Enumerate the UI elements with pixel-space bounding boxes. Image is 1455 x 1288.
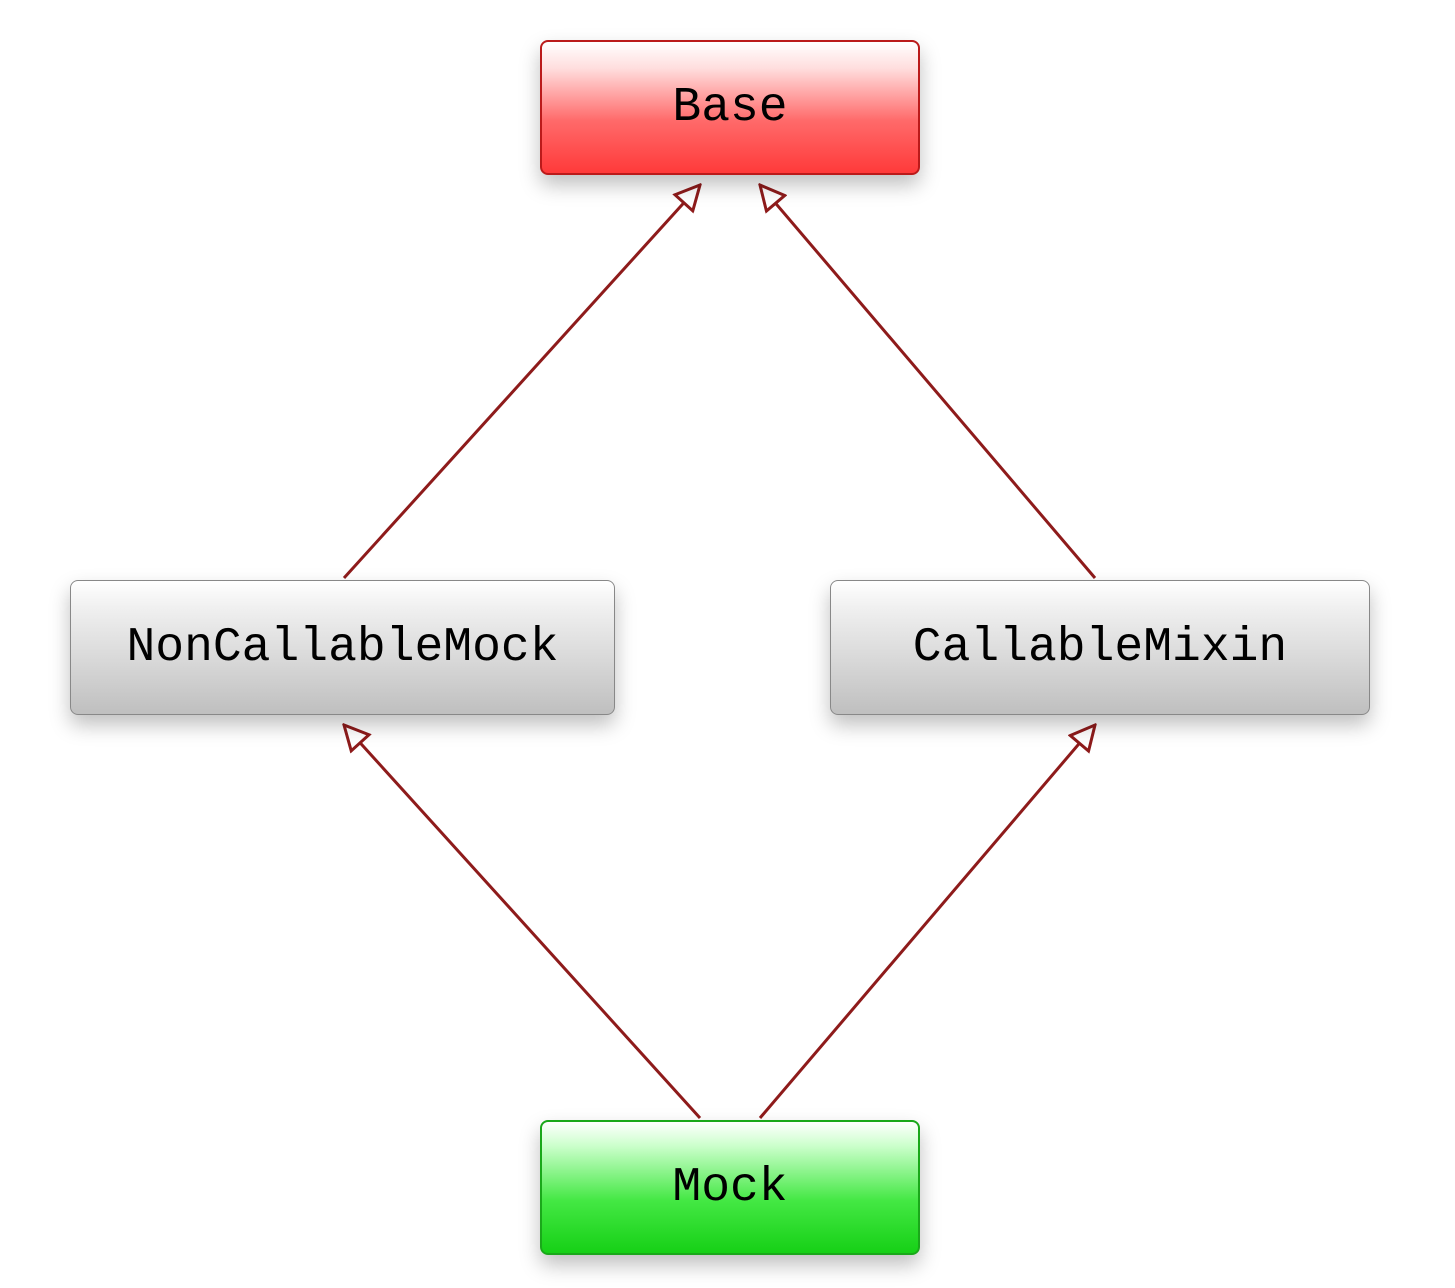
node-callablemixin: CallableMixin <box>830 580 1370 715</box>
node-mock: Mock <box>540 1120 920 1255</box>
node-base-label: Base <box>672 81 787 135</box>
edge-mock-to-cm <box>760 725 1095 1118</box>
edge-mock-to-ncm <box>344 725 700 1118</box>
node-noncallablemock: NonCallableMock <box>70 580 615 715</box>
edge-cm-to-base <box>760 185 1095 578</box>
node-mock-label: Mock <box>672 1161 787 1215</box>
edge-ncm-to-base <box>344 185 700 578</box>
node-callablemixin-label: CallableMixin <box>913 621 1287 675</box>
node-base: Base <box>540 40 920 175</box>
node-noncallablemock-label: NonCallableMock <box>126 621 558 675</box>
